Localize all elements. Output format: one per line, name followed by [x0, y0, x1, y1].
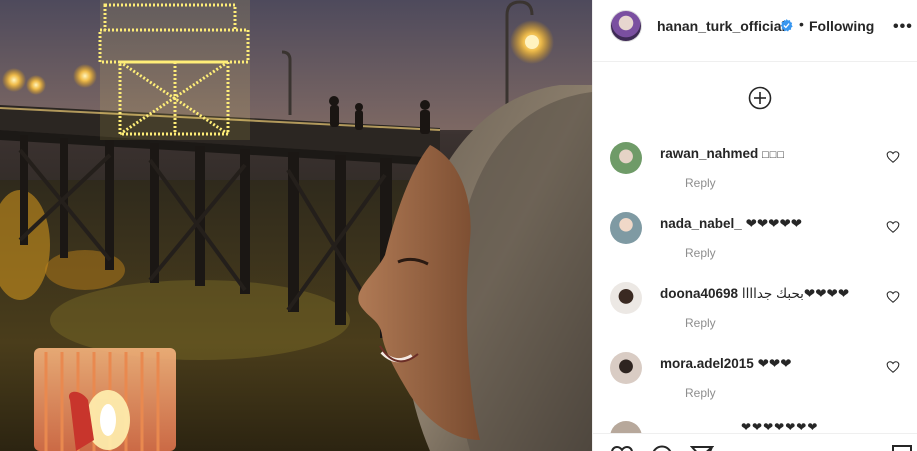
- comment-icon[interactable]: [650, 444, 674, 451]
- comment-text: mora.adel2015 ❤❤❤: [660, 356, 792, 372]
- comment-text: doona40698 بحبك جداااا❤❤❤❤: [660, 286, 849, 302]
- comment-item: rawan_nahmed □□□ Reply: [593, 142, 917, 202]
- separator-dot: •: [799, 16, 804, 32]
- reply-button[interactable]: Reply: [685, 386, 716, 400]
- commenter-username[interactable]: doona40698: [660, 286, 738, 301]
- commenter-username[interactable]: mora.adel2015: [660, 356, 754, 371]
- comment-body: ❤❤❤: [757, 356, 792, 371]
- reply-button[interactable]: Reply: [685, 246, 716, 260]
- comment-item: doona40698 بحبك جداااا❤❤❤❤ Reply: [593, 282, 917, 342]
- commenter-avatar[interactable]: [610, 142, 642, 174]
- heart-icon[interactable]: [886, 150, 900, 164]
- comment-text: nada_nabel_ ❤❤❤❤❤: [660, 216, 802, 232]
- comment-body: ❤❤❤❤❤: [745, 216, 803, 231]
- comment-text: rawan_nahmed □□□: [660, 146, 785, 161]
- comments-panel: hanan_turk_official • Following ••• rawa…: [592, 0, 917, 451]
- commenter-avatar[interactable]: [610, 352, 642, 384]
- verified-badge-icon: [780, 19, 793, 32]
- heart-icon[interactable]: [886, 220, 900, 234]
- author-avatar[interactable]: [610, 10, 642, 42]
- like-icon[interactable]: [610, 444, 634, 451]
- heart-icon[interactable]: [886, 360, 900, 374]
- emoji-placeholders: □□□: [762, 149, 785, 161]
- post-photo-image: [0, 0, 592, 451]
- heart-icon[interactable]: [886, 290, 900, 304]
- commenter-avatar[interactable]: [610, 282, 642, 314]
- comment-item: nada_nabel_ ❤❤❤❤❤ Reply: [593, 212, 917, 272]
- post-photo[interactable]: [0, 0, 592, 451]
- bookmark-icon[interactable]: [891, 444, 913, 451]
- commenter-username[interactable]: nada_nabel_: [660, 216, 742, 231]
- post-header: hanan_turk_official • Following •••: [593, 0, 917, 62]
- more-options-icon[interactable]: •••: [893, 18, 913, 36]
- comment-body: بحبك جداااا❤❤❤❤: [741, 286, 850, 301]
- partial-comment-text: ❤❤❤❤❤❤❤: [741, 420, 819, 434]
- author-username[interactable]: hanan_turk_official: [657, 18, 785, 34]
- plus-circle-icon[interactable]: [748, 86, 772, 110]
- comment-item: mora.adel2015 ❤❤❤ Reply: [593, 352, 917, 412]
- commenter-avatar[interactable]: [610, 212, 642, 244]
- reply-button[interactable]: Reply: [685, 316, 716, 330]
- commenter-username[interactable]: rawan_nahmed: [660, 146, 758, 161]
- post-action-bar: [593, 433, 917, 451]
- following-button[interactable]: Following: [809, 18, 874, 34]
- share-icon[interactable]: [690, 444, 714, 451]
- reply-button[interactable]: Reply: [685, 176, 716, 190]
